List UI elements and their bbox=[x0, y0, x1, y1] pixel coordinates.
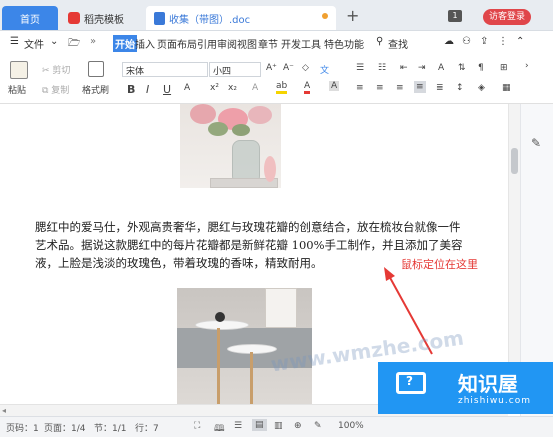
paste-button[interactable]: 粘贴 bbox=[8, 83, 26, 96]
search-label[interactable]: 查找 bbox=[388, 36, 408, 51]
bullets-icon[interactable]: ☰ bbox=[356, 63, 364, 73]
web-view-icon[interactable]: ⊕ bbox=[294, 421, 302, 431]
tab-document[interactable]: 收集（带图）.doc bbox=[146, 6, 336, 30]
chinese-layout-icon[interactable]: A bbox=[438, 63, 444, 73]
menu-icon[interactable]: ☰ bbox=[10, 36, 19, 47]
tab-page-layout[interactable]: 页面布局 bbox=[157, 36, 197, 51]
char-shading-icon[interactable]: A bbox=[329, 81, 340, 91]
italic-icon[interactable]: I bbox=[146, 83, 149, 96]
pinyin-icon[interactable]: 文 bbox=[320, 63, 329, 76]
align-center-icon[interactable]: ≡ bbox=[376, 83, 384, 93]
share-icon[interactable]: ⇪ bbox=[480, 36, 488, 47]
folder-icon[interactable]: 🗁 bbox=[68, 36, 80, 53]
tab-template[interactable]: 稻壳模板 bbox=[60, 6, 144, 30]
line-info: 行：7 bbox=[135, 424, 159, 434]
brand-name: 知识屋 bbox=[458, 372, 518, 396]
text-effect-icon[interactable]: A bbox=[252, 83, 258, 93]
bold-icon[interactable]: B bbox=[127, 83, 135, 96]
tab-document-label: 收集（带图）.doc bbox=[169, 14, 251, 26]
underline-icon[interactable]: U bbox=[163, 83, 171, 96]
collapse-icon[interactable]: ⌃ bbox=[516, 36, 524, 47]
distributed-icon[interactable]: ≣ bbox=[436, 83, 444, 93]
numbering-icon[interactable]: ☷ bbox=[378, 63, 386, 73]
font-size-select[interactable]: 小四 bbox=[209, 62, 261, 77]
vase-roses-image bbox=[180, 104, 281, 188]
more-chevron-icon[interactable]: » bbox=[90, 36, 96, 47]
paste-icon[interactable] bbox=[10, 61, 28, 79]
new-tab-button[interactable]: + bbox=[346, 6, 359, 25]
visitor-login-button[interactable]: 访客登录 bbox=[483, 9, 531, 25]
align-left-icon[interactable]: ≡ bbox=[356, 83, 364, 93]
brand-logo: ? 知识屋 zhishiwu.com bbox=[378, 362, 553, 414]
font-color-icon[interactable]: A bbox=[304, 81, 311, 94]
eye-protect-icon[interactable]: ✎ bbox=[314, 421, 322, 431]
tab-bar: 首页 稻壳模板 收集（带图）.doc + 1 访客登录 bbox=[0, 0, 553, 31]
scroll-thumb[interactable] bbox=[511, 148, 518, 174]
subscript-icon[interactable]: x₂ bbox=[228, 83, 237, 93]
zoom-level[interactable]: 100% bbox=[338, 421, 364, 431]
clear-format-icon[interactable]: ◇ bbox=[302, 63, 309, 73]
brand-site: zhishiwu.com bbox=[458, 396, 531, 406]
show-marks-icon[interactable]: ¶ bbox=[478, 63, 484, 73]
shrink-font-icon[interactable]: A⁻ bbox=[283, 63, 294, 73]
line-spacing-icon[interactable]: ↕ bbox=[456, 83, 464, 93]
justify-icon[interactable]: ≡ bbox=[414, 81, 426, 93]
chevron-down-icon: ⌄ bbox=[50, 36, 59, 47]
page-number: 页码：1 bbox=[6, 424, 39, 434]
border-icon[interactable]: ▦ bbox=[502, 83, 511, 93]
copy-label: 复制 bbox=[51, 86, 70, 96]
strikethrough-icon[interactable]: A bbox=[184, 83, 190, 93]
tab-insert[interactable]: 插入 bbox=[135, 36, 155, 51]
sort-icon[interactable]: ⇅ bbox=[458, 63, 466, 73]
word-doc-icon bbox=[154, 11, 165, 25]
font-name-select[interactable]: 宋体 bbox=[122, 62, 208, 77]
tab-start[interactable]: 开始 bbox=[113, 35, 137, 52]
format-painter-icon[interactable] bbox=[88, 61, 104, 77]
increase-indent-icon[interactable]: ⇥ bbox=[418, 63, 426, 73]
cloud-icon[interactable]: ☁ bbox=[444, 36, 454, 47]
more-icon[interactable]: ⋮ bbox=[498, 36, 508, 47]
docer-icon bbox=[68, 12, 80, 24]
tab-home-label: 首页 bbox=[20, 14, 40, 26]
cut-button[interactable]: ✂ 剪切 bbox=[42, 63, 70, 76]
fullscreen-icon[interactable]: ⛶ bbox=[194, 421, 200, 431]
tab-chapter[interactable]: 章节 bbox=[258, 36, 278, 51]
page-count[interactable]: 页面：1/4 bbox=[44, 421, 86, 434]
edit-pen-icon[interactable]: ✎ bbox=[531, 136, 541, 150]
tab-features[interactable]: 特色功能 bbox=[324, 36, 364, 51]
align-right-icon[interactable]: ≡ bbox=[396, 83, 404, 93]
ribbon-toolbar: 粘贴 ✂ 剪切 ⧉ 复制 格式刷 宋体 小四 A⁺ A⁻ ◇ 文 B I U A… bbox=[0, 57, 553, 104]
shading-icon[interactable]: ◈ bbox=[478, 83, 485, 93]
window-count-badge[interactable]: 1 bbox=[448, 10, 462, 22]
tab-view[interactable]: 视图 bbox=[237, 36, 257, 51]
outline-icon[interactable]: ▥ bbox=[274, 421, 283, 431]
tab-references[interactable]: 引用 bbox=[197, 36, 217, 51]
search-icon[interactable]: ⚲ bbox=[376, 36, 383, 47]
read-mode-icon[interactable]: 🕮 bbox=[214, 421, 225, 437]
tab-home[interactable]: 首页 bbox=[2, 6, 58, 30]
superscript-icon[interactable]: x² bbox=[210, 83, 219, 93]
tab-template-label: 稻壳模板 bbox=[84, 14, 124, 26]
borders-icon[interactable]: ⊞ bbox=[500, 63, 508, 73]
section-info: 节：1/1 bbox=[94, 424, 127, 434]
cut-label: 剪切 bbox=[52, 66, 71, 76]
scroll-left-icon[interactable]: ◂ bbox=[2, 406, 6, 415]
file-menu[interactable]: 文件 bbox=[24, 36, 44, 51]
unsaved-dot-icon bbox=[322, 13, 328, 19]
tab-review[interactable]: 审阅 bbox=[217, 36, 237, 51]
copy-button[interactable]: ⧉ 复制 bbox=[42, 83, 69, 96]
collaborate-icon[interactable]: ⚇ bbox=[462, 36, 471, 47]
tab-developer[interactable]: 开发工具 bbox=[281, 36, 321, 51]
chevron-right-icon[interactable]: › bbox=[525, 61, 529, 71]
status-bar: 页码：1 页面：1/4 节：1/1 行：7 ⛶ 🕮 ☰ ▤ ▥ ⊕ ✎ 100% bbox=[0, 416, 553, 437]
side-tables-image bbox=[177, 288, 312, 408]
page-view-icon[interactable]: ▤ bbox=[252, 419, 267, 431]
highlight-icon[interactable]: ab bbox=[276, 81, 288, 94]
format-painter-button[interactable]: 格式刷 bbox=[82, 83, 109, 96]
decrease-indent-icon[interactable]: ⇤ bbox=[400, 63, 408, 73]
menu-bar: ☰ 文件 ⌄ 🗁 » 开始 插入 页面布局 引用 审阅 视图 章节 开发工具 特… bbox=[0, 31, 553, 58]
web-layout-icon[interactable]: ☰ bbox=[234, 421, 242, 431]
grow-font-icon[interactable]: A⁺ bbox=[266, 63, 277, 73]
